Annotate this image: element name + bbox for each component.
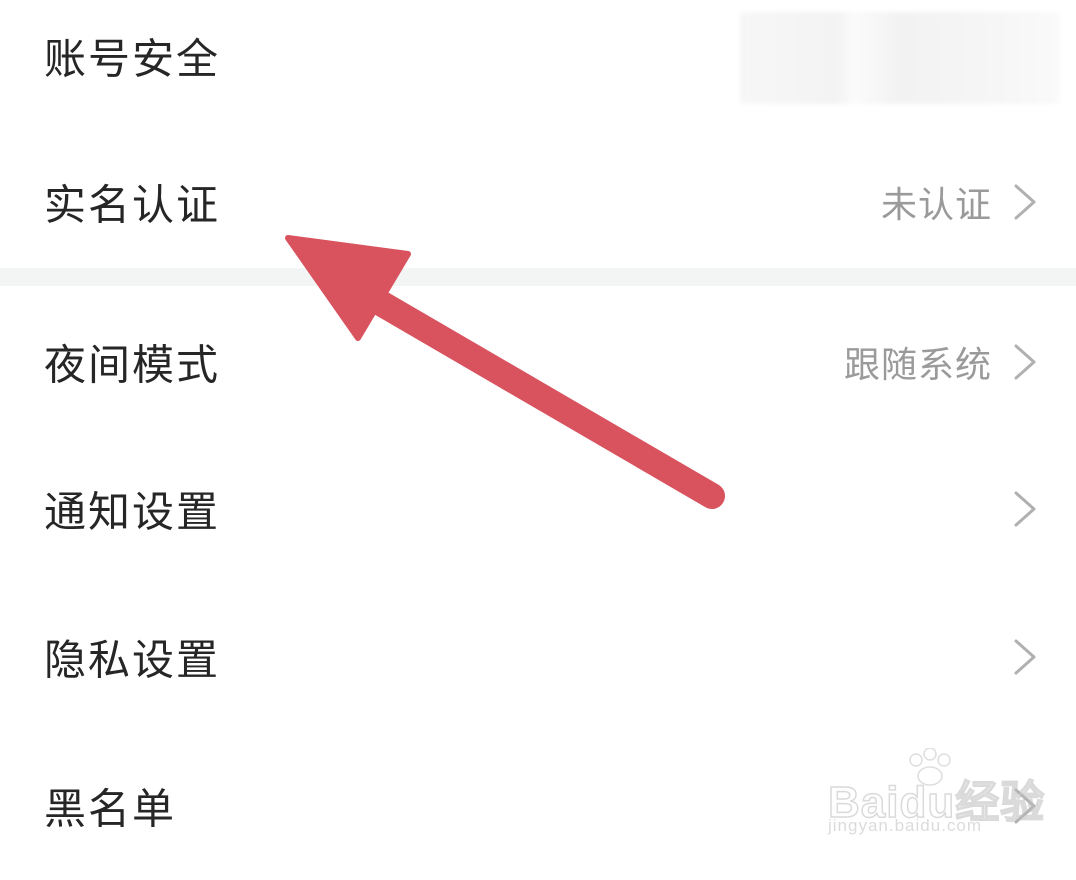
row-label: 隐私设置 [44, 635, 221, 685]
row-label: 实名认证 [44, 180, 221, 230]
settings-row-night-mode[interactable]: 夜间模式 跟随系统 [0, 288, 1076, 436]
chevron-right-icon [1010, 342, 1040, 382]
chevron-right-icon [1010, 182, 1040, 222]
row-label: 黑名单 [44, 784, 177, 834]
row-value: 未认证 [880, 185, 992, 226]
baidu-jingyan-watermark: Baidu经验 jingyan.baidu.com [822, 744, 1052, 844]
row-value: 跟随系统 [843, 345, 992, 386]
settings-list: 账号安全 实名认证 未认证 夜间模式 跟随系统 通知设置 隐私设置 黑名单 [0, 0, 1076, 864]
row-label: 账号安全 [44, 34, 221, 84]
settings-row-real-name-auth[interactable]: 实名认证 未认证 [0, 128, 1076, 276]
chevron-right-icon [1010, 637, 1040, 677]
row-label: 夜间模式 [44, 340, 221, 390]
watermark-url: jingyan.baidu.com [828, 816, 983, 835]
redacted-area [740, 12, 1060, 104]
chevron-right-icon [1010, 489, 1040, 529]
settings-row-privacy[interactable]: 隐私设置 [0, 583, 1076, 731]
section-divider [0, 268, 1076, 286]
row-label: 通知设置 [44, 487, 221, 537]
settings-row-notifications[interactable]: 通知设置 [0, 435, 1076, 583]
